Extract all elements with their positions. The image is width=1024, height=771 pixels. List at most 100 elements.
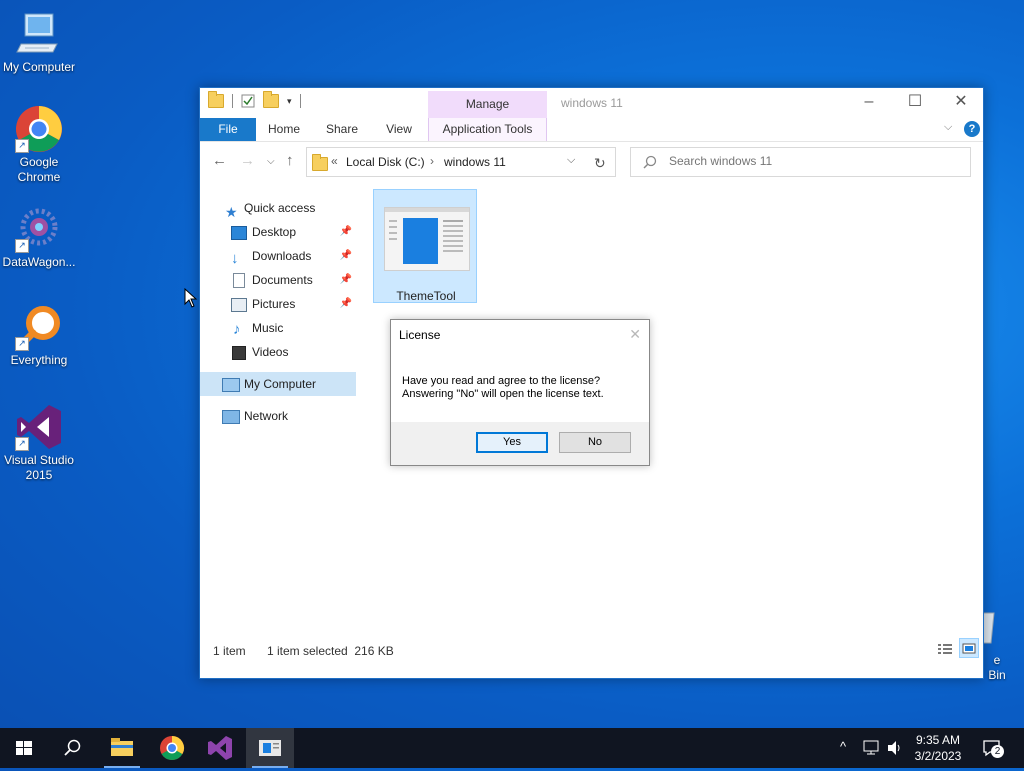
selection-info: 1 item selected 216 KB [267, 644, 394, 658]
no-button[interactable]: No [559, 432, 631, 453]
search-icon [64, 739, 81, 756]
close-button[interactable]: ✕ [938, 88, 984, 116]
nav-documents[interactable]: Documents 📌 [200, 268, 356, 292]
dialog-button-bar: Yes No [391, 422, 649, 465]
video-icon [232, 346, 246, 360]
desktop-icon-label: Google Chrome [17, 155, 61, 184]
dialog-message-line: Have you read and agree to the license? [402, 375, 601, 387]
taskbar-file-explorer[interactable] [98, 728, 146, 768]
nav-label: Documents [252, 273, 313, 287]
nav-label: Pictures [252, 297, 296, 311]
clock[interactable]: 9:35 AM 3/2/2023 [911, 732, 965, 764]
customize-toolbar-icon[interactable]: ▾ [287, 96, 292, 107]
shortcut-arrow-icon: ↗ [15, 337, 29, 351]
chrome-icon [160, 736, 185, 761]
show-hidden-icons-icon[interactable]: ^ [840, 739, 846, 754]
tab-home[interactable]: Home [262, 118, 306, 141]
nav-label: Quick access [244, 201, 316, 215]
maximize-button[interactable]: ☐ [892, 88, 938, 116]
desktop-icon-datawagon[interactable]: ↗ DataWagon... [0, 205, 78, 270]
file-item-themetool[interactable]: ThemeTool [373, 189, 477, 303]
breadcrumb-current-folder[interactable]: windows 11 [444, 155, 506, 169]
address-bar[interactable]: « Local Disk (C:) › windows 11 ⌵ [306, 147, 616, 177]
desktop-icon-google-chrome[interactable]: ↗ Google Chrome [0, 105, 78, 185]
nav-videos[interactable]: Videos [200, 340, 356, 364]
desktop-icon-my-computer[interactable]: My Computer [0, 10, 78, 75]
help-icon[interactable]: ? [964, 121, 980, 137]
window-title: windows 11 [561, 96, 623, 110]
shortcut-arrow-icon: ↗ [15, 437, 29, 451]
taskbar-visual-studio[interactable] [196, 728, 244, 768]
chrome-icon: ↗ [15, 105, 63, 153]
search-box[interactable] [630, 147, 971, 177]
tab-application-tools[interactable]: Application Tools [428, 118, 547, 141]
notification-badge: 2 [991, 745, 1004, 758]
start-button[interactable] [0, 728, 48, 768]
dialog-close-icon[interactable]: ✕ [629, 326, 641, 343]
magnifier-icon: ↗ [15, 303, 63, 351]
desktop-icon-label: Visual Studio 2015 [4, 453, 74, 482]
network-icon[interactable] [862, 740, 880, 756]
star-icon: ★ [225, 204, 238, 220]
application-icon [259, 740, 281, 756]
datawagon-icon: ↗ [15, 205, 63, 253]
pin-icon[interactable]: 📌 [340, 268, 352, 292]
nav-quick-access[interactable]: ★ Quick access [200, 196, 356, 220]
minimize-button[interactable]: – [846, 88, 892, 116]
desktop-icon-visual-studio-2015[interactable]: ↗ Visual Studio 2015 [0, 403, 78, 483]
nav-pictures[interactable]: Pictures 📌 [200, 292, 356, 316]
computer-icon [222, 378, 240, 392]
pin-icon[interactable]: 📌 [340, 220, 352, 244]
breadcrumb-overflow[interactable]: « [331, 154, 338, 168]
search-icon [643, 155, 657, 169]
tab-share[interactable]: Share [322, 118, 362, 141]
taskbar-chrome[interactable] [148, 728, 196, 768]
file-name: ThemeTool [396, 289, 456, 303]
clock-date: 3/2/2023 [914, 749, 962, 763]
nav-label: Videos [252, 345, 289, 359]
taskbar-themetool[interactable] [246, 728, 294, 768]
properties-icon[interactable] [241, 94, 255, 108]
search-input[interactable] [667, 153, 961, 169]
desktop-icon [231, 226, 247, 240]
address-row: ← → ⌵ ↑ « Local Disk (C:) › windows 11 ⌵… [200, 142, 983, 182]
shortcut-arrow-icon: ↗ [15, 139, 29, 153]
back-arrow-icon[interactable]: ← [212, 152, 227, 169]
network-icon [222, 410, 240, 424]
tab-view[interactable]: View [380, 118, 418, 141]
nav-my-computer[interactable]: My Computer [200, 372, 356, 396]
nav-network[interactable]: Network [200, 404, 356, 428]
desktop-icon-everything[interactable]: ↗ Everything [0, 303, 78, 368]
tab-file[interactable]: File [200, 118, 256, 141]
chevron-down-icon[interactable]: ⌵ [567, 154, 575, 167]
up-arrow-icon[interactable]: ↑ [286, 152, 294, 169]
search-button[interactable] [48, 728, 96, 768]
action-center-icon[interactable]: 2 [982, 738, 1004, 758]
volume-icon[interactable] [886, 740, 904, 756]
expand-ribbon-icon[interactable]: ⌵ [944, 121, 952, 134]
desktop-icon-label: e Bin [988, 653, 1006, 682]
yes-button[interactable]: Yes [476, 432, 548, 453]
folder-icon [208, 91, 224, 108]
pin-icon[interactable]: 📌 [340, 292, 352, 316]
details-view-icon[interactable] [937, 642, 953, 656]
nav-downloads[interactable]: ↓ Downloads 📌 [200, 244, 356, 268]
visual-studio-icon [208, 736, 232, 760]
nav-desktop[interactable]: Desktop 📌 [200, 220, 356, 244]
large-icons-view-icon[interactable] [959, 638, 979, 658]
recent-locations-icon[interactable]: ⌵ [267, 156, 275, 167]
breadcrumb-local-disk[interactable]: Local Disk (C:) [346, 155, 425, 169]
refresh-icon[interactable]: ↻ [594, 155, 606, 172]
nav-label: Downloads [252, 249, 312, 263]
tab-manage[interactable]: Manage [428, 91, 547, 118]
quick-access-toolbar: ▾ [208, 91, 301, 108]
taskbar: ^ 9:35 AM 3/2/2023 2 [0, 728, 1024, 768]
item-count: 1 item [213, 644, 246, 658]
pictures-icon [231, 298, 247, 312]
forward-arrow-icon[interactable]: → [240, 152, 255, 169]
dialog-message: Have you read and agree to the license? … [402, 375, 604, 401]
nav-music[interactable]: ♪ Music [200, 316, 356, 340]
new-folder-icon[interactable] [263, 91, 279, 108]
document-icon [233, 273, 245, 288]
pin-icon[interactable]: 📌 [340, 244, 352, 268]
